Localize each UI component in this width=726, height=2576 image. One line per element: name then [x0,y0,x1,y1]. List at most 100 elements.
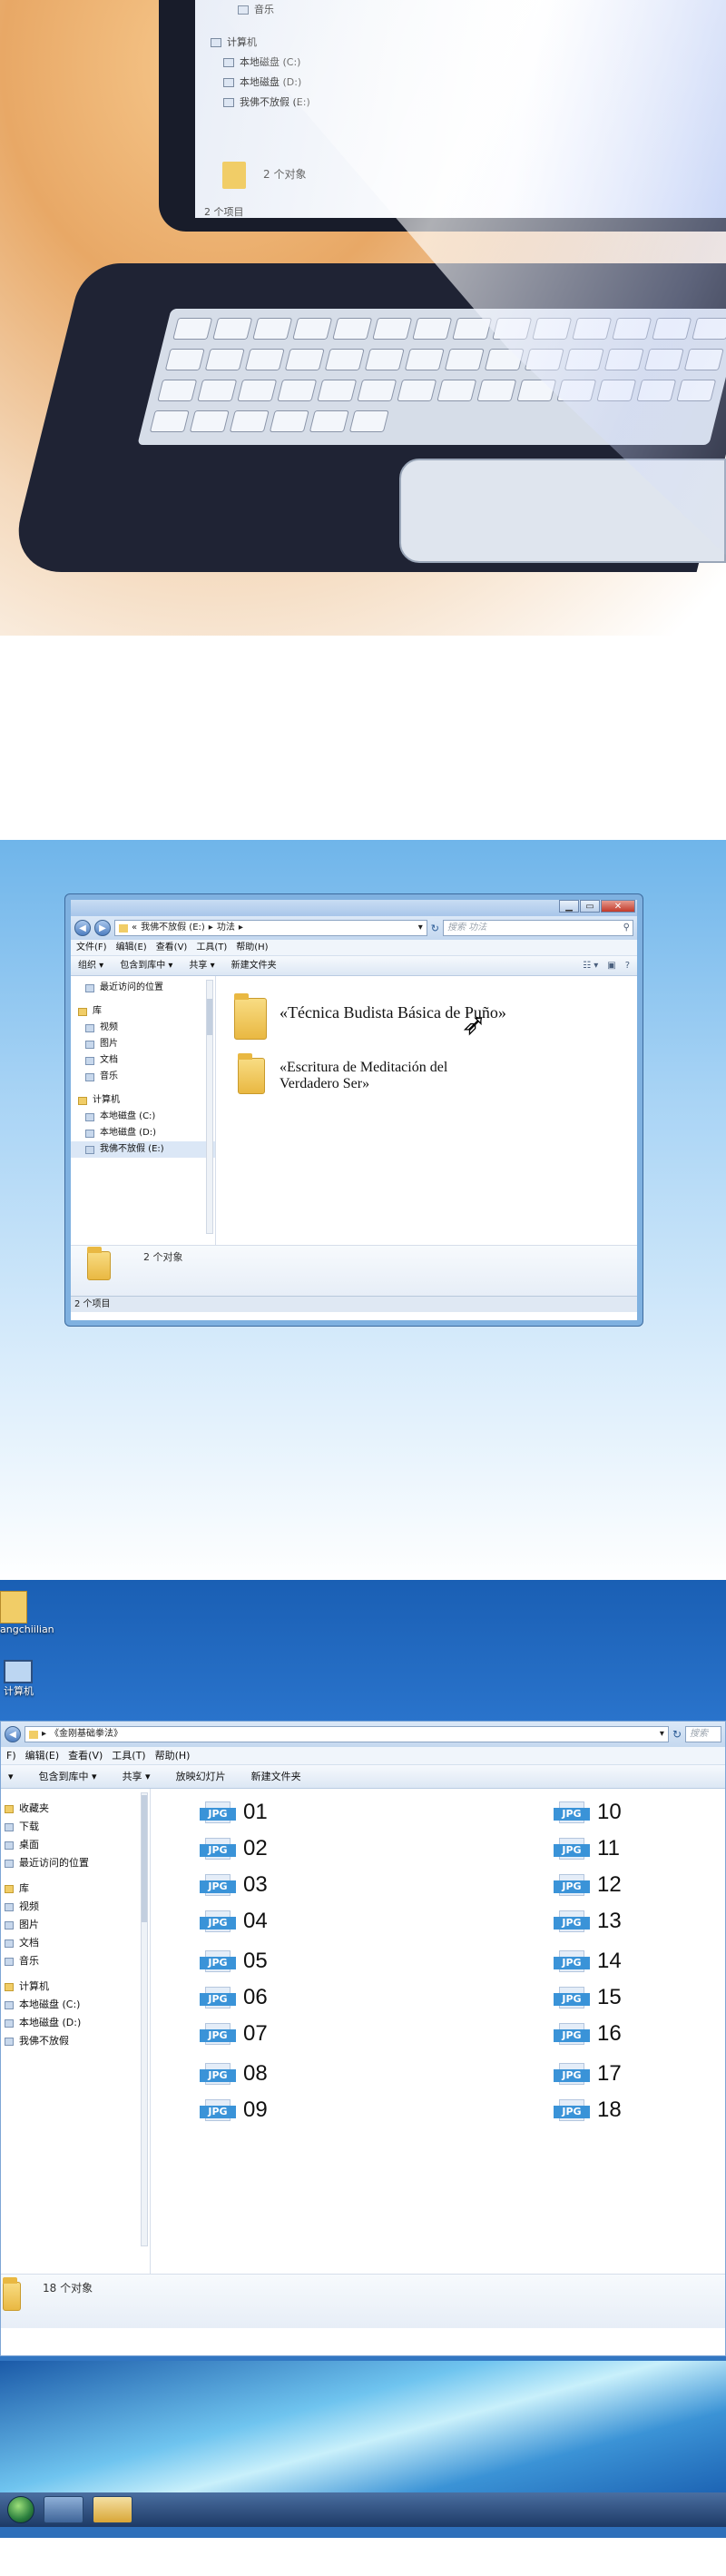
sidebar-item[interactable]: 计算机 [71,1092,215,1109]
preview-pane-icon[interactable]: ▣ [607,956,615,976]
organize-button[interactable]: 组织 ▾ [78,956,103,975]
scrollbar-thumb[interactable] [207,999,212,1035]
menu-tools[interactable]: 工具(T) [112,1747,145,1764]
jpg-file-item[interactable]: JPG 15 [554,1985,622,2010]
jpg-file-icon: JPG [200,1987,236,2008]
taskbar-show-desktop-button[interactable] [44,2496,83,2523]
window-titlebar[interactable]: ▁ ▭ ✕ [71,900,637,916]
scrollbar-thumb[interactable] [142,1795,147,1922]
sidebar-item[interactable]: 最近访问的位置 [71,980,215,996]
share-button[interactable]: 共享 ▾ [189,956,214,975]
back-button[interactable]: ◀ [74,920,91,936]
breadcrumb-folder[interactable]: 功法 [217,921,235,935]
sidebar-item[interactable]: 文档 [1,1934,150,1952]
search-input[interactable]: 搜索 功法 ⚲ [443,920,633,936]
include-in-library-button[interactable]: 包含到库中 ▾ [39,1765,97,1788]
new-folder-button[interactable]: 新建文件夹 [231,956,277,975]
breadcrumb-separator[interactable]: ▸ [42,1727,46,1742]
sidebar-item[interactable]: 本地磁盘 (D:) [1,2014,150,2032]
sidebar-item[interactable]: 视频 [71,1020,215,1036]
sidebar-item[interactable]: 我佛不放假 (E:) [71,1141,215,1158]
taskbar-explorer-button[interactable] [93,2496,132,2523]
jpg-file-item[interactable]: JPG 04 [200,1909,268,1934]
organize-button[interactable]: ▾ [8,1765,14,1788]
menu-edit[interactable]: 编辑(E) [116,940,147,955]
menu-edit[interactable]: 编辑(E) [25,1747,60,1764]
breadcrumb-separator[interactable]: ▸ [239,921,243,935]
forward-button[interactable]: ▶ [94,920,111,936]
breadcrumb-separator[interactable]: ▸ [209,921,213,935]
jpg-file-item[interactable]: JPG 13 [554,1909,622,1934]
menu-view[interactable]: 查看(V) [68,1747,103,1764]
refresh-icon[interactable]: ↻ [431,923,439,934]
sidebar-item[interactable]: 下载 [1,1818,150,1836]
breadcrumb-drive[interactable]: 我佛不放假 (E:) [141,921,205,935]
slideshow-button[interactable]: 放映幻灯片 [176,1765,226,1788]
search-input[interactable]: 搜索 [685,1726,721,1742]
menu-file[interactable]: 文件(F) [76,940,107,955]
sidebar-item[interactable]: 音乐 [71,1069,215,1085]
menu-help[interactable]: 帮助(H) [236,940,268,955]
jpg-file-item[interactable]: JPG 16 [554,2021,622,2047]
folder-icon[interactable] [234,993,267,1040]
sidebar-item[interactable]: 图片 [71,1036,215,1052]
jpg-file-item[interactable]: JPG 01 [200,1800,268,1825]
breadcrumb-folder[interactable]: 《金刚基础拳法》 [50,1727,123,1742]
sidebar-item[interactable]: 计算机 [1,1978,150,1996]
jpg-file-item[interactable]: JPG 08 [200,2061,268,2087]
address-bar[interactable]: ▸ 《金刚基础拳法》 ▾ [25,1726,669,1742]
refresh-icon[interactable]: ↻ [672,1728,682,1741]
sidebar-item[interactable]: 库 [1,1880,150,1898]
folder-icon[interactable] [238,1053,265,1094]
sidebar-item[interactable]: 本地磁盘 (D:) [71,1125,215,1141]
close-button[interactable]: ✕ [601,900,635,913]
sidebar-item[interactable]: 库 [71,1003,215,1020]
sidebar-item[interactable]: 最近访问的位置 [1,1854,150,1872]
jpg-file-item[interactable]: JPG 07 [200,2021,268,2047]
jpg-file-item[interactable]: JPG 10 [554,1800,622,1825]
share-button[interactable]: 共享 ▾ [123,1765,151,1788]
desktop-shortcut[interactable]: 计算机 [4,1660,34,1698]
sidebar-item[interactable]: 收藏夹 [1,1800,150,1818]
view-options-icon[interactable]: ☷ ▾ [583,956,598,976]
sidebar-item[interactable]: 我佛不放假 [1,2032,150,2050]
address-dropdown-icon[interactable]: ▾ [660,1727,668,1742]
jpg-file-item[interactable]: JPG 18 [554,2097,622,2123]
address-bar[interactable]: « 我佛不放假 (E:) ▸ 功法 ▸ ▾ [114,920,427,936]
jpg-file-item[interactable]: JPG 11 [554,1836,620,1861]
sidebar-item[interactable]: 音乐 [1,1952,150,1970]
menu-view[interactable]: 查看(V) [156,940,188,955]
sidebar-item[interactable]: 视频 [1,1898,150,1916]
search-icon[interactable]: ⚲ [623,921,630,935]
sidebar-item[interactable]: 本地磁盘 (C:) [1,1996,150,2014]
aero-wallpaper-band [0,2361,726,2492]
jpg-file-item[interactable]: JPG 05 [200,1949,268,1974]
include-in-library-button[interactable]: 包含到库中 ▾ [120,956,172,975]
desktop-shortcut[interactable]: angchiilian [0,1591,54,1635]
help-icon[interactable]: ? [625,956,630,976]
jpg-file-item[interactable]: JPG 03 [200,1872,268,1898]
sidebar-item[interactable]: 桌面 [1,1836,150,1854]
jpg-file-item[interactable]: JPG 14 [554,1949,622,1974]
jpg-file-item[interactable]: JPG 06 [200,1985,268,2010]
maximize-button[interactable]: ▭ [580,900,600,913]
menu-tools[interactable]: 工具(T) [196,940,227,955]
new-folder-button[interactable]: 新建文件夹 [251,1765,301,1788]
jpg-file-item[interactable]: JPG 17 [554,2061,622,2087]
jpg-file-icon: JPG [200,1950,236,1972]
back-button[interactable]: ◀ [5,1726,21,1742]
start-button[interactable] [7,2496,34,2523]
sidebar-scrollbar[interactable] [141,1792,148,2246]
sidebar-item[interactable]: 文档 [71,1052,215,1069]
menu-file[interactable]: F) [6,1747,16,1764]
address-dropdown-icon[interactable]: ▾ [418,921,427,935]
minimize-button[interactable]: ▁ [559,900,579,913]
jpg-file-item[interactable]: JPG 12 [554,1872,622,1898]
sidebar-item[interactable]: 本地磁盘 (C:) [71,1109,215,1125]
jpg-file-item[interactable]: JPG 02 [200,1836,268,1861]
sidebar-scrollbar[interactable] [206,980,213,1234]
jpg-file-item[interactable]: JPG 09 [200,2097,268,2123]
sidebar-item[interactable]: 图片 [1,1916,150,1934]
folder-name[interactable]: «Escritura de Meditación del Verdadero S… [280,1060,447,1092]
menu-help[interactable]: 帮助(H) [155,1747,191,1764]
